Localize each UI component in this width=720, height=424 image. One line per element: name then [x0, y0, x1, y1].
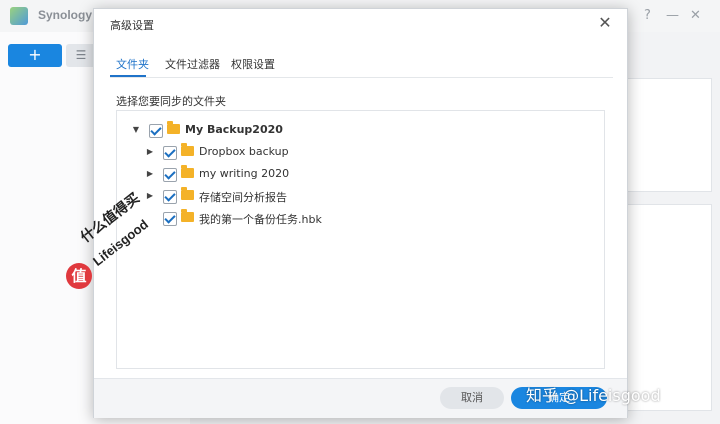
tree-item-label: my writing 2020	[199, 167, 290, 180]
help-icon[interactable]: ?	[644, 8, 651, 23]
checkbox[interactable]	[163, 146, 177, 160]
tab-bar: 文件夹 文件过滤器 权限设置	[110, 51, 613, 78]
close-window-icon[interactable]: ✕	[690, 8, 701, 23]
watermark-stamp: 值 什么值得买 Lifeisgood	[62, 190, 151, 295]
zhihu-watermark: 知乎 @Lifeisgood	[526, 386, 661, 405]
file-icon	[181, 209, 194, 222]
close-icon[interactable]: ✕	[597, 13, 613, 32]
checkbox[interactable]	[163, 168, 177, 182]
add-button[interactable]: +	[8, 44, 62, 67]
tree-item-label: 我的第一个备份任务.hbk	[199, 213, 322, 226]
active-tab-indicator	[110, 75, 146, 77]
tree-row[interactable]: ▶ 存储空间分析报告	[145, 187, 585, 207]
tree-item-label: My Backup2020	[185, 123, 283, 136]
list-view-button[interactable]: ☰	[66, 44, 96, 67]
synology-logo-icon	[10, 7, 28, 25]
tree-row[interactable]: 我的第一个备份任务.hbk	[145, 209, 585, 229]
caret-right-icon[interactable]: ▶	[145, 147, 155, 157]
tree-row[interactable]: ▶ Dropbox backup	[145, 143, 585, 163]
checkbox[interactable]	[149, 124, 163, 138]
tree-row[interactable]: ▶ my writing 2020	[145, 165, 585, 185]
tab-file-filter[interactable]: 文件过滤器	[165, 56, 220, 72]
caret-down-icon[interactable]: ▼	[131, 125, 141, 135]
folder-tree: ▼ My Backup2020 ▶ Dropbox backup ▶ my wr…	[116, 110, 605, 369]
cancel-button[interactable]: 取消	[440, 387, 504, 409]
tree-row[interactable]: ▼ My Backup2020	[131, 121, 591, 141]
app-title: Synology	[38, 8, 93, 22]
advanced-settings-dialog: 高级设置 ✕ 文件夹 文件过滤器 权限设置 选择您要同步的文件夹 ▼ My Ba…	[93, 8, 628, 418]
folder-icon	[167, 121, 180, 134]
background-panel	[626, 204, 712, 411]
watermark-badge: 值	[66, 263, 92, 289]
folder-icon	[181, 143, 194, 156]
tab-folders[interactable]: 文件夹	[116, 56, 149, 72]
checkbox[interactable]	[163, 190, 177, 204]
tree-item-label: 存储空间分析报告	[199, 191, 287, 204]
tree-item-label: Dropbox backup	[199, 145, 289, 158]
minimize-icon[interactable]: —	[666, 8, 679, 23]
tab-permissions[interactable]: 权限设置	[231, 56, 275, 72]
folder-icon	[181, 187, 194, 200]
dialog-title: 高级设置	[110, 19, 154, 32]
folder-icon	[181, 165, 194, 178]
caret-right-icon[interactable]: ▶	[145, 191, 155, 201]
background-panel	[626, 78, 712, 192]
section-label: 选择您要同步的文件夹	[116, 95, 226, 108]
caret-right-icon[interactable]: ▶	[145, 169, 155, 179]
checkbox[interactable]	[163, 212, 177, 226]
